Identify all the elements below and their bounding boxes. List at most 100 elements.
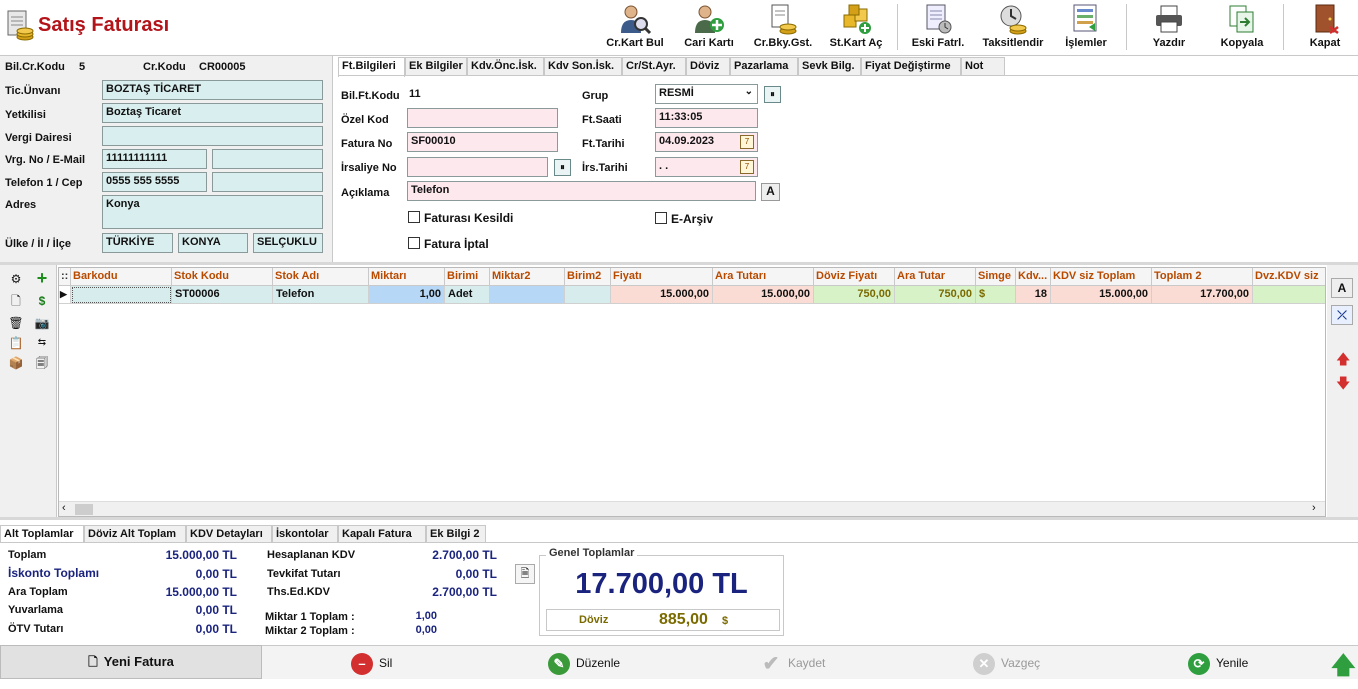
ozel-kod-field[interactable] bbox=[407, 108, 558, 128]
tic-unvani-field[interactable]: BOZTAŞ TİCARET bbox=[102, 80, 323, 100]
yeni-fatura-button[interactable]: 🗋 Yeni Fatura bbox=[0, 645, 262, 679]
email-field[interactable] bbox=[212, 149, 323, 169]
tab-kdv-detaylari[interactable]: KDV Detayları bbox=[186, 525, 272, 543]
duzenle-button[interactable]: ✎ Düzenle bbox=[548, 651, 620, 675]
column-header[interactable]: Toplam 2 bbox=[1152, 268, 1253, 286]
tab-kdv-onc-isk[interactable]: Kdv.Önc.İsk. bbox=[467, 57, 544, 76]
fatura-no-field[interactable]: SF00010 bbox=[407, 132, 558, 152]
kopyala-button[interactable]: Kopyala bbox=[1212, 3, 1272, 53]
delete-bin-icon[interactable]: 🗑 bbox=[8, 315, 24, 331]
grid-cell[interactable]: 750,00 bbox=[895, 286, 976, 304]
grid-cell[interactable]: 750,00 bbox=[814, 286, 895, 304]
grup-select[interactable]: RESMİ ⌄ bbox=[655, 84, 758, 104]
grid-cell[interactable]: 1,00 bbox=[369, 286, 445, 304]
tab-ek-bilgi-2[interactable]: Ek Bilgi 2 bbox=[426, 525, 486, 543]
column-header[interactable]: Barkodu bbox=[71, 268, 172, 286]
font-a-button[interactable]: A bbox=[1331, 278, 1353, 298]
horizontal-scrollbar[interactable]: ‹ › bbox=[59, 501, 1325, 516]
column-header[interactable]: KDV siz Toplam bbox=[1051, 268, 1152, 286]
kapat-button[interactable]: Kapat bbox=[1302, 3, 1348, 53]
tab-ek-bilgiler[interactable]: Ek Bilgiler bbox=[405, 57, 467, 76]
kaydet-button[interactable]: ✔ Kaydet bbox=[760, 651, 826, 675]
grid-cell[interactable] bbox=[490, 286, 565, 304]
column-header[interactable]: Ara Tutar bbox=[895, 268, 976, 286]
sil-button[interactable]: – Sil bbox=[351, 651, 392, 675]
grid-cell[interactable]: 15.000,00 bbox=[713, 286, 814, 304]
calendar-icon[interactable]: 7 bbox=[740, 160, 754, 174]
ulke-field[interactable]: TÜRKİYE bbox=[102, 233, 173, 253]
list-document-icon[interactable]: 📋 bbox=[8, 335, 24, 351]
faturasi-kesildi-checkbox[interactable]: Faturası Kesildi bbox=[408, 211, 513, 225]
documents-icon[interactable]: 🗐 bbox=[34, 355, 50, 371]
grid-cell[interactable] bbox=[565, 286, 611, 304]
new-document-icon[interactable]: 🗋 bbox=[8, 293, 24, 309]
scroll-left-icon[interactable]: ‹ bbox=[62, 502, 66, 514]
column-header[interactable]: Döviz Fiyatı bbox=[814, 268, 895, 286]
tab-iskontolar[interactable]: İskontolar bbox=[272, 525, 338, 543]
tab-sevk-bilg[interactable]: Sevk Bilg. bbox=[798, 57, 861, 76]
tab-doviz-alt-toplam[interactable]: Döviz Alt Toplam bbox=[84, 525, 186, 543]
eski-fatrl-button[interactable]: Eski Fatrl. bbox=[907, 3, 969, 53]
irsaliye-no-field[interactable] bbox=[407, 157, 548, 177]
ft-saati-field[interactable]: 11:33:05 bbox=[655, 108, 758, 128]
invoice-lines-grid[interactable]: :: Barkodu Stok Kodu Stok Adı Miktarı Bi… bbox=[58, 267, 1326, 517]
column-header[interactable]: Stok Kodu bbox=[172, 268, 273, 286]
column-header[interactable]: Ara Tutarı bbox=[713, 268, 814, 286]
column-header[interactable]: Fiyatı bbox=[611, 268, 713, 286]
cari-karti-button[interactable]: Cari Kartı bbox=[680, 3, 738, 53]
grup-lookup-button[interactable]: ⏸ bbox=[764, 86, 781, 103]
adres-field[interactable]: Konya bbox=[102, 195, 323, 229]
package-icon[interactable]: 📦 bbox=[8, 355, 24, 371]
vrg-no-field[interactable]: 11111111111 bbox=[102, 149, 207, 169]
taksitlendir-button[interactable]: Taksitlendir bbox=[977, 3, 1049, 53]
grid-cell[interactable]: Telefon bbox=[273, 286, 369, 304]
expand-columns-icon[interactable]: ⤫ bbox=[1331, 305, 1353, 325]
grid-cell[interactable]: 15.000,00 bbox=[1051, 286, 1152, 304]
grid-cell[interactable]: $ bbox=[976, 286, 1016, 304]
cep-field[interactable] bbox=[212, 172, 323, 192]
transfer-icon[interactable]: ⇆ bbox=[34, 335, 50, 351]
telefon-field[interactable]: 0555 555 5555 bbox=[102, 172, 207, 192]
camera-icon[interactable]: 📷 bbox=[34, 315, 50, 331]
column-header[interactable]: Stok Adı bbox=[273, 268, 369, 286]
tab-kapali-fatura[interactable]: Kapalı Fatura bbox=[338, 525, 426, 543]
tab-cr-st-ayr[interactable]: Cr/St.Ayr. bbox=[622, 57, 686, 76]
grid-cell[interactable]: 17.700,00 bbox=[1152, 286, 1253, 304]
column-header[interactable]: Kdv... bbox=[1016, 268, 1051, 286]
scroll-thumb[interactable] bbox=[75, 504, 93, 515]
aciklama-field[interactable]: Telefon bbox=[407, 181, 756, 201]
ilce-field[interactable]: SELÇUKLU bbox=[253, 233, 323, 253]
settings-gear-icon[interactable]: ⚙ bbox=[8, 271, 24, 287]
grid-cell[interactable]: Adet bbox=[445, 286, 490, 304]
cr-kart-bul-button[interactable]: Cr.Kart Bul bbox=[603, 3, 667, 53]
tab-doviz[interactable]: Döviz bbox=[686, 57, 730, 76]
column-header[interactable]: Birim2 bbox=[565, 268, 611, 286]
scroll-top-arrow-icon[interactable]: 🡅 bbox=[1331, 648, 1356, 689]
move-up-icon[interactable]: 🡅 bbox=[1336, 349, 1350, 373]
e-arsiv-checkbox[interactable]: E-Arşiv bbox=[655, 212, 713, 226]
grid-cell[interactable]: ST00006 bbox=[172, 286, 273, 304]
yetkilisi-field[interactable]: Boztaş Ticaret bbox=[102, 103, 323, 123]
calendar-icon[interactable]: 7 bbox=[740, 135, 754, 149]
yenile-button[interactable]: ⟳ Yenile bbox=[1188, 651, 1248, 675]
tab-ft-bilgileri[interactable]: Ft.Bilgileri bbox=[338, 57, 405, 77]
st-kart-ac-button[interactable]: St.Kart Aç bbox=[826, 3, 886, 53]
tab-pazarlama[interactable]: Pazarlama bbox=[730, 57, 798, 76]
vazgec-button[interactable]: ✕ Vazgeç bbox=[973, 651, 1040, 675]
tab-not[interactable]: Not bbox=[961, 57, 1005, 76]
fatura-iptal-checkbox[interactable]: Fatura İptal bbox=[408, 237, 489, 251]
grid-cell[interactable]: 18 bbox=[1016, 286, 1051, 304]
grid-cell[interactable]: 15.000,00 bbox=[611, 286, 713, 304]
tab-kdv-son-isk[interactable]: Kdv Son.İsk. bbox=[544, 57, 622, 76]
column-header[interactable]: Birimi bbox=[445, 268, 490, 286]
move-down-icon[interactable]: 🡇 bbox=[1336, 373, 1350, 397]
add-row-icon[interactable]: + bbox=[34, 269, 50, 287]
kdv-detail-document-icon[interactable]: 🗎 bbox=[515, 564, 535, 584]
il-field[interactable]: KONYA bbox=[178, 233, 248, 253]
scroll-right-icon[interactable]: › bbox=[1312, 502, 1316, 514]
currency-dollar-icon[interactable]: $ bbox=[34, 293, 50, 309]
yazdir-button[interactable]: Yazdır bbox=[1144, 3, 1194, 53]
column-header[interactable]: Miktarı bbox=[369, 268, 445, 286]
islemler-button[interactable]: İşlemler bbox=[1058, 3, 1114, 53]
aciklama-a-button[interactable]: A bbox=[761, 183, 780, 201]
